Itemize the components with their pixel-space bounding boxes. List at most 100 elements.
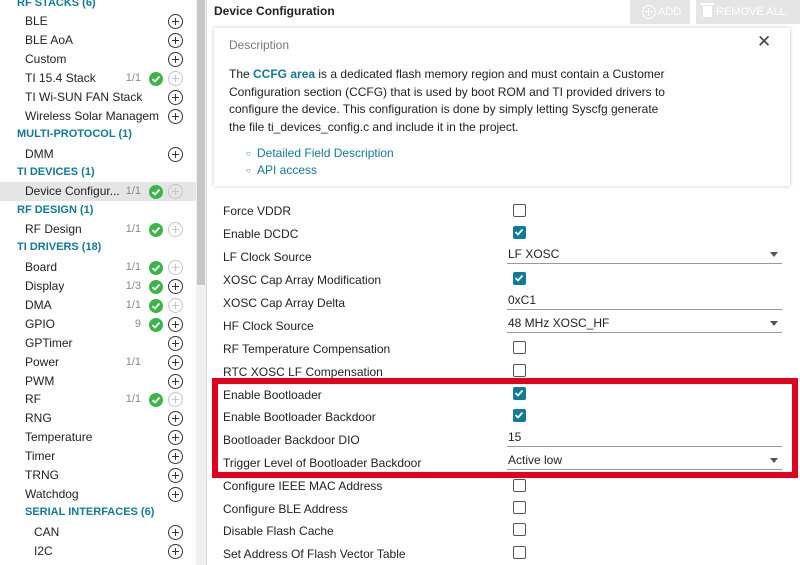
detailed-field-description-link[interactable]: Detailed Field Description [246, 146, 394, 160]
configure-ble-address-checkbox[interactable] [513, 501, 526, 514]
add-icon[interactable] [168, 355, 183, 370]
rtc-xosc-lf-comp-checkbox[interactable] [513, 364, 526, 377]
sidebar-item-rng[interactable]: RNG [0, 409, 196, 428]
add-icon[interactable] [168, 525, 183, 540]
force-vddr-checkbox[interactable] [513, 204, 526, 217]
sidebar-item-label: RF [25, 392, 41, 406]
add-icon[interactable] [168, 336, 183, 351]
category-ti-drivers[interactable]: TI DRIVERS (18) [0, 238, 196, 257]
trigger-level-select[interactable]: Active low [507, 452, 782, 470]
rf-temp-comp-checkbox[interactable] [513, 341, 526, 354]
xosc-cap-mod-label: XOSC Cap Array Modification [223, 273, 382, 287]
add-icon[interactable] [168, 109, 183, 124]
sidebar-item-ble-aoa[interactable]: BLE AoA [0, 31, 196, 50]
scrollbar-thumb[interactable] [197, 0, 205, 285]
category-multi-protocol[interactable]: MULTI-PROTOCOL (1) [0, 125, 196, 144]
configure-ieee-mac-checkbox[interactable] [513, 479, 526, 492]
sidebar-item-label: Custom [25, 52, 67, 66]
bootloader-backdoor-dio-input[interactable]: 15 [507, 429, 782, 447]
ccfg-area-link[interactable]: CCFG area [253, 67, 315, 81]
sidebar-item-label: DMA [25, 298, 52, 312]
sidebar-item-display[interactable]: Display 1/3 [0, 277, 196, 296]
sidebar-item-device-configuration[interactable]: Device Configur... 1/1 [0, 182, 196, 201]
add-icon[interactable] [168, 33, 183, 48]
category-ti-devices[interactable]: TI DEVICES (1) [0, 163, 196, 182]
add-button[interactable]: ADD [630, 0, 690, 24]
dropdown-arrow-icon [770, 252, 778, 257]
remove-all-button[interactable]: REMOVE ALL [696, 0, 800, 24]
add-icon[interactable] [168, 52, 183, 67]
enable-dcdc-label: Enable DCDC [223, 227, 299, 241]
disable-flash-cache-checkbox[interactable] [513, 523, 526, 536]
add-icon[interactable] [168, 430, 183, 445]
sidebar-item-ti154[interactable]: TI 15.4 Stack 1/1 [0, 69, 196, 88]
sidebar-item-rf[interactable]: RF 1/1 [0, 390, 196, 409]
enable-bootloader-backdoor-checkbox[interactable] [513, 409, 526, 422]
add-icon[interactable] [168, 317, 183, 332]
category-serial-interfaces[interactable]: SERIAL INTERFACES (6) [0, 503, 196, 522]
add-icon[interactable] [168, 147, 183, 162]
sidebar-item-rf-design[interactable]: RF Design 1/1 [0, 220, 196, 239]
sidebar-item-can[interactable]: CAN [0, 523, 196, 542]
sidebar-item-ble[interactable]: BLE [0, 12, 196, 31]
check-icon [149, 223, 163, 237]
add-icon[interactable] [168, 279, 183, 294]
sidebar-item-pwm[interactable]: PWM [0, 372, 196, 391]
sidebar-scrollbar[interactable] [196, 0, 206, 565]
enable-bootloader-checkbox[interactable] [513, 387, 526, 400]
sidebar-item-gptimer[interactable]: GPTimer [0, 334, 196, 353]
add-icon[interactable] [168, 468, 183, 483]
select-value: LF XOSC [508, 247, 560, 261]
page-title: Device Configuration [214, 4, 335, 18]
api-access-link[interactable]: API access [246, 163, 317, 177]
sidebar-item-label: CAN [34, 525, 60, 539]
sidebar-item-dma[interactable]: DMA 1/1 [0, 296, 196, 315]
lf-clock-source-select[interactable]: LF XOSC [507, 246, 782, 264]
sidebar-item-wireless-solar[interactable]: Wireless Solar Managem... [0, 107, 196, 126]
add-icon[interactable] [168, 14, 183, 29]
trigger-level-label: Trigger Level of Bootloader Backdoor [223, 456, 422, 470]
sidebar-item-dmm[interactable]: DMM [0, 145, 196, 164]
sidebar-item-label: RNG [25, 411, 52, 425]
sidebar-item-label: Device Configur... [25, 184, 120, 198]
set-flash-vector-checkbox[interactable] [513, 546, 526, 559]
close-icon[interactable]: ✕ [757, 33, 771, 50]
add-icon[interactable] [168, 90, 183, 105]
category-label: SERIAL INTERFACES (6) [25, 506, 155, 518]
sidebar-item-watchdog[interactable]: Watchdog [0, 485, 196, 504]
sidebar-item-power[interactable]: Power 1/1 [0, 353, 196, 372]
sidebar-item-label: BLE [25, 14, 48, 28]
sidebar-item-temperature[interactable]: Temperature [0, 428, 196, 447]
add-icon[interactable] [168, 374, 183, 389]
hf-clock-source-select[interactable]: 48 MHz XOSC_HF [507, 315, 782, 333]
enable-dcdc-checkbox[interactable] [513, 226, 526, 239]
xosc-cap-delta-input[interactable]: 0xC1 [507, 292, 782, 310]
sidebar-item-label: Watchdog [25, 487, 79, 501]
sidebar-item-label: Board [25, 260, 58, 274]
sidebar-item-board[interactable]: Board 1/1 [0, 258, 196, 277]
sidebar-item-label: PWM [25, 374, 55, 388]
xosc-cap-mod-checkbox[interactable] [513, 272, 526, 285]
add-icon [642, 5, 656, 19]
sidebar-item-custom[interactable]: Custom [0, 50, 196, 69]
sidebar-item-label: GPIO [25, 317, 56, 331]
sidebar-item-gpio[interactable]: GPIO 9 [0, 315, 196, 334]
category-label: MULTI-PROTOCOL (1) [17, 128, 132, 140]
instance-count: 9 [134, 318, 141, 330]
sidebar-item-trng[interactable]: TRNG [0, 466, 196, 485]
sidebar-item-label: DMM [25, 147, 54, 161]
check-icon [149, 299, 163, 313]
sidebar-item-label: Display [25, 279, 65, 293]
category-rf-design[interactable]: RF DESIGN (1) [0, 201, 196, 220]
instance-count: 1/1 [125, 72, 141, 84]
sidebar-item-i2c[interactable]: I2C [0, 542, 196, 561]
add-icon[interactable] [168, 544, 183, 559]
sidebar-item-wisun[interactable]: TI Wi-SUN FAN Stack [0, 88, 196, 107]
set-flash-vector-label: Set Address Of Flash Vector Table [223, 547, 406, 561]
add-icon[interactable] [168, 487, 183, 502]
add-icon[interactable] [168, 411, 183, 426]
enable-bootloader-label: Enable Bootloader [223, 388, 322, 402]
sidebar-item-timer[interactable]: Timer [0, 447, 196, 466]
add-icon[interactable] [168, 449, 183, 464]
divider [206, 0, 207, 565]
